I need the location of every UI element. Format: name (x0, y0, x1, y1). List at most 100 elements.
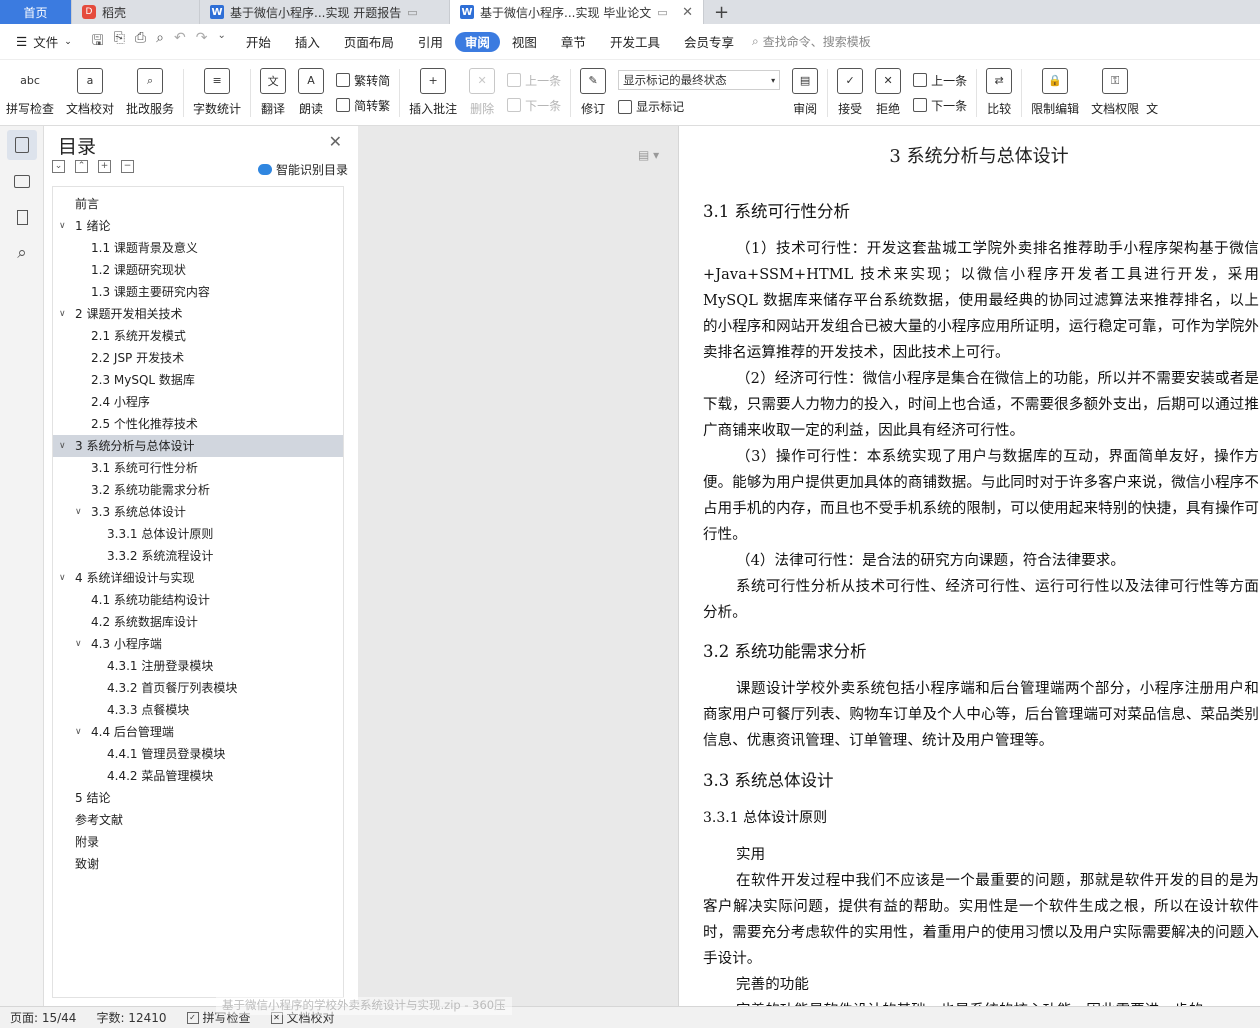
chapter-nav-icon[interactable] (7, 166, 37, 196)
smart-toc-button[interactable]: 智能识别目录 (257, 161, 348, 178)
tab-daoke[interactable]: D 稻壳 (72, 0, 200, 24)
toc-item[interactable]: 3.1 系统可行性分析 (53, 457, 343, 479)
toc-item[interactable]: 4.3.3 点餐模块 (53, 699, 343, 721)
toc-item[interactable]: 前言 (53, 193, 343, 215)
simp-to-trad-button[interactable]: 简转繁 (336, 97, 390, 114)
chevron-down-icon[interactable]: ⌄ (217, 30, 225, 54)
review-pane-button[interactable]: ▤ 审阅 (786, 64, 824, 122)
track-changes-button[interactable]: ✎ 修订 (574, 64, 612, 122)
accept-button[interactable]: ✓ 接受 (831, 64, 869, 122)
next-comment-button[interactable]: 下一条 (507, 97, 561, 114)
toc-item[interactable]: 4.1 系统功能结构设计 (53, 589, 343, 611)
print-preview-icon[interactable]: ⌕ (156, 30, 164, 54)
toc-item[interactable]: 1.1 课题背景及意义 (53, 237, 343, 259)
chevron-down-icon[interactable]: ∨ (59, 435, 66, 457)
toc-item[interactable]: 3.2 系统功能需求分析 (53, 479, 343, 501)
bookmark-icon[interactable] (7, 202, 37, 232)
document-page[interactable]: 3 系统分析与总体设计 3.1 系统可行性分析 （1）技术可行性：开发这套盐城工… (678, 126, 1260, 1006)
translate-button[interactable]: 文翻译 (254, 64, 292, 122)
next-change-button[interactable]: 下一条 (913, 97, 967, 114)
menu-review[interactable]: 审阅 (454, 31, 500, 52)
menu-page-layout[interactable]: 页面布局 (332, 30, 406, 54)
toc-item[interactable]: 5 结论 (53, 787, 343, 809)
toc-item[interactable]: 1.2 课题研究现状 (53, 259, 343, 281)
trad-to-simp-button[interactable]: 繁转简 (336, 72, 390, 89)
collapse-up-icon[interactable]: ⌃ (75, 160, 88, 173)
show-markup-button[interactable]: 显示标记 (618, 98, 780, 115)
menu-start[interactable]: 开始 (234, 30, 283, 54)
toc-pane-icon[interactable] (7, 130, 37, 160)
toc-item[interactable]: 2.3 MySQL 数据库 (53, 369, 343, 391)
page-indicator[interactable]: 页面: 15/44 (0, 1009, 86, 1026)
insert-comment-button[interactable]: + 插入批注 (403, 64, 463, 122)
toc-item[interactable]: 4.2 系统数据库设计 (53, 611, 343, 633)
print-icon[interactable]: ⎙ (135, 30, 146, 54)
toc-item[interactable]: ∨ 1 绪论 (53, 215, 343, 237)
toc-item[interactable]: ∨ 3 系统分析与总体设计 (53, 435, 343, 457)
reject-button[interactable]: ✕ 拒绝 (869, 64, 907, 122)
toc-item[interactable]: 致谢 (53, 853, 343, 875)
chevron-down-icon[interactable]: ∨ (75, 721, 82, 743)
menu-references[interactable]: 引用 (406, 30, 455, 54)
chevron-down-icon[interactable]: ∨ (75, 633, 82, 655)
toc-item[interactable]: 2.4 小程序 (53, 391, 343, 413)
toc-item[interactable]: 2.2 JSP 开发技术 (53, 347, 343, 369)
export-icon[interactable]: ⎘ (114, 30, 125, 54)
toc-item[interactable]: 2.1 系统开发模式 (53, 325, 343, 347)
toc-item[interactable]: ∨ 3.3 系统总体设计 (53, 501, 343, 523)
toc-item[interactable]: 参考文献 (53, 809, 343, 831)
toc-item[interactable]: ∨ 4 系统详细设计与实现 (53, 567, 343, 589)
menu-chapter[interactable]: 章节 (549, 30, 598, 54)
doc-permission-button[interactable]: ⚿ 文档权限 (1085, 64, 1145, 122)
batch-service-button[interactable]: ⌕ 批改服务 (120, 64, 180, 122)
chevron-down-icon[interactable]: ∨ (75, 501, 82, 523)
toc-item[interactable]: 3.3.1 总体设计原则 (53, 523, 343, 545)
tab-thesis-doc[interactable]: W 基于微信小程序...实现 毕业论文 ▭ ✕ (450, 0, 704, 24)
markup-mode-select[interactable]: 显示标记的最终状态 ▾ (618, 70, 781, 90)
redo-icon[interactable]: ↷ (196, 30, 208, 54)
toc-item[interactable]: 4.4.2 菜品管理模块 (53, 765, 343, 787)
expand-all-icon[interactable]: + (98, 160, 111, 173)
toc-item[interactable]: 4.4.1 管理员登录模块 (53, 743, 343, 765)
close-icon[interactable]: ✕ (329, 132, 342, 151)
chevron-down-icon[interactable]: ∨ (59, 303, 66, 325)
toc-item[interactable]: 2.5 个性化推荐技术 (53, 413, 343, 435)
chevron-down-icon[interactable]: ∨ (59, 215, 66, 237)
collapse-down-icon[interactable]: ⌄ (52, 160, 65, 173)
command-search[interactable]: ⌕ 查找命令、搜索模板 (752, 33, 871, 50)
read-aloud-button[interactable]: A 朗读 (292, 64, 330, 122)
compare-button[interactable]: ⇄ 比较 (980, 64, 1018, 122)
search-icon[interactable]: ⌕ (7, 238, 37, 268)
file-menu[interactable]: ☰ 文件 ⌄ (0, 30, 84, 54)
toc-item[interactable]: 附录 (53, 831, 343, 853)
more-ribbon-button[interactable]: 文 (1145, 64, 1159, 122)
toc-item[interactable]: 4.3.2 首页餐厅列表模块 (53, 677, 343, 699)
spell-check-button[interactable]: abc 拼写检查 (0, 64, 60, 122)
word-count-button[interactable]: ≡ 字数统计 (187, 64, 247, 122)
toc-item[interactable]: ∨ 4.4 后台管理端 (53, 721, 343, 743)
tab-proposal-doc[interactable]: W 基于微信小程序...实现 开题报告 ▭ (200, 0, 450, 24)
menu-member[interactable]: 会员专享 (672, 30, 746, 54)
word-count-indicator[interactable]: 字数: 12410 (86, 1009, 176, 1026)
chevron-down-icon[interactable]: ∨ (59, 567, 66, 589)
toc-item[interactable]: 3.3.2 系统流程设计 (53, 545, 343, 567)
delete-comment-button[interactable]: ✕ 删除 (463, 64, 501, 122)
collapse-all-icon[interactable]: − (121, 160, 134, 173)
menu-view[interactable]: 视图 (500, 30, 549, 54)
menu-dev-tools[interactable]: 开发工具 (598, 30, 672, 54)
prev-comment-button[interactable]: 上一条 (507, 72, 561, 89)
undo-icon[interactable]: ↶ (174, 30, 186, 54)
toc-item[interactable]: 1.3 课题主要研究内容 (53, 281, 343, 303)
menu-insert[interactable]: 插入 (283, 30, 332, 54)
new-tab-icon[interactable]: + (704, 0, 739, 24)
prev-change-button[interactable]: 上一条 (913, 72, 967, 89)
toc-item[interactable]: ∨ 4.3 小程序端 (53, 633, 343, 655)
doc-proofread-button[interactable]: a 文档校对 (60, 64, 120, 122)
toc-item[interactable]: ∨ 2 课题开发相关技术 (53, 303, 343, 325)
restrict-edit-button[interactable]: 🔒 限制编辑 (1025, 64, 1085, 122)
paragraph-marker-icon[interactable]: ▤ ▾ (638, 148, 659, 162)
save-icon[interactable]: 🖫 (92, 30, 104, 54)
toc-item[interactable]: 4.3.1 注册登录模块 (53, 655, 343, 677)
close-tab-icon[interactable]: ✕ (682, 5, 693, 20)
tab-home[interactable]: 首页 (0, 0, 72, 24)
